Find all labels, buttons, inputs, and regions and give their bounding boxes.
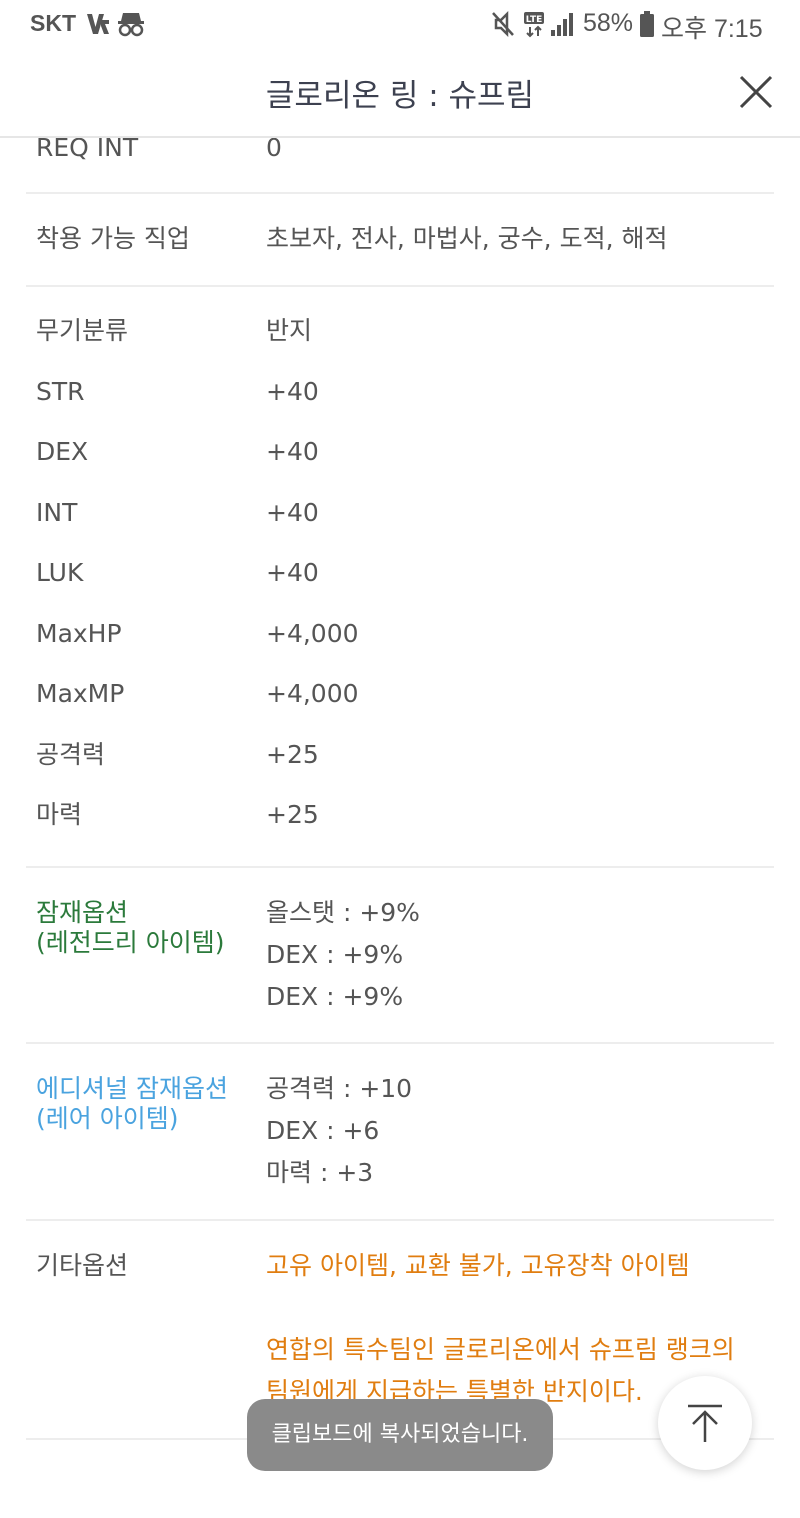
page-title: 글로리온 링 : 슈프림 xyxy=(265,78,535,114)
additional-potential-line: DEX : +6 xyxy=(266,1116,380,1145)
potential-label-line2: (레전드리 아이템) xyxy=(36,928,225,957)
battery-icon xyxy=(638,10,656,42)
stat-value-str: +40 xyxy=(266,377,319,406)
stat-value-maxmp: +4,000 xyxy=(266,679,359,708)
item-detail-content: REQ INT 0 착용 가능 직업 초보자, 전사, 마법사, 궁수, 도적,… xyxy=(0,138,800,1518)
stat-value-req-int: 0 xyxy=(266,138,282,162)
potential-line: DEX : +9% xyxy=(266,982,404,1011)
svg-text:LTE: LTE xyxy=(526,15,543,25)
stat-label-maxmp: MaxMP xyxy=(36,679,125,708)
additional-potential-label: 에디셔널 잠재옵션 (레어 아이템) xyxy=(36,1074,228,1134)
signal-icon xyxy=(549,10,577,42)
other-options-label: 기타옵션 xyxy=(36,1251,129,1280)
scroll-to-top-button[interactable] xyxy=(658,1376,752,1470)
stat-label-req-int: REQ INT xyxy=(36,138,139,162)
stat-value-maxhp: +4,000 xyxy=(266,619,359,648)
arrow-up-icon xyxy=(688,1404,722,1442)
stat-label-str: STR xyxy=(36,377,85,406)
stat-value-attack: +25 xyxy=(266,740,319,769)
divider xyxy=(26,192,774,194)
divider xyxy=(26,1042,774,1044)
carrier-label: SKT xyxy=(30,10,76,36)
stat-value-int: +40 xyxy=(266,498,319,527)
close-button[interactable] xyxy=(736,72,776,112)
status-bar: SKT LTE 58% 오후 7:15 xyxy=(0,0,800,50)
potential-label-line1: 잠재옵션 xyxy=(36,898,129,927)
stat-label-category: 무기분류 xyxy=(36,316,129,345)
stat-label-magic: 마력 xyxy=(36,800,83,829)
potential-label: 잠재옵션 (레전드리 아이템) xyxy=(36,898,224,958)
divider xyxy=(26,866,774,868)
stat-value-luk: +40 xyxy=(266,558,319,587)
divider xyxy=(26,1219,774,1221)
stat-label-luk: LUK xyxy=(36,558,84,587)
close-icon xyxy=(739,75,773,109)
additional-potential-label-line2: (레어 아이템) xyxy=(36,1104,179,1133)
page-header: 글로리온 링 : 슈프림 xyxy=(0,50,800,138)
item-description-line1: 연합의 특수팀인 글로리온에서 슈프림 랭크의 xyxy=(266,1335,735,1364)
other-options-value: 고유 아이템, 교환 불가, 고유장착 아이템 xyxy=(266,1251,690,1280)
mute-icon xyxy=(490,10,516,42)
stat-label-dex: DEX xyxy=(36,437,89,466)
potential-values: 올스탯 : +9% DEX : +9% DEX : +9% xyxy=(266,892,420,1018)
potential-line: 올스탯 : +9% xyxy=(266,898,420,927)
divider xyxy=(26,285,774,287)
clock-label: 오후 7:15 xyxy=(661,15,763,43)
stat-label-maxhp: MaxHP xyxy=(36,619,122,648)
potential-line: DEX : +9% xyxy=(266,940,404,969)
lte-icon: LTE xyxy=(522,10,548,42)
stat-value-magic: +25 xyxy=(266,800,319,829)
toast-message: 클립보드에 복사되었습니다. xyxy=(247,1399,553,1471)
incognito-icon xyxy=(116,10,146,42)
additional-potential-label-line1: 에디셔널 잠재옵션 xyxy=(36,1074,228,1103)
vpn-key-icon xyxy=(84,10,112,42)
additional-potential-values: 공격력 : +10 DEX : +6 마력 : +3 xyxy=(266,1068,412,1194)
stat-label-job: 착용 가능 직업 xyxy=(36,224,190,253)
stat-label-attack: 공격력 xyxy=(36,740,106,769)
battery-label: 58% xyxy=(583,9,634,37)
stat-value-dex: +40 xyxy=(266,437,319,466)
stat-value-job: 초보자, 전사, 마법사, 궁수, 도적, 해적 xyxy=(266,224,668,253)
stat-value-category: 반지 xyxy=(266,316,313,345)
stat-label-int: INT xyxy=(36,498,78,527)
additional-potential-line: 마력 : +3 xyxy=(266,1158,374,1187)
additional-potential-line: 공격력 : +10 xyxy=(266,1074,413,1103)
